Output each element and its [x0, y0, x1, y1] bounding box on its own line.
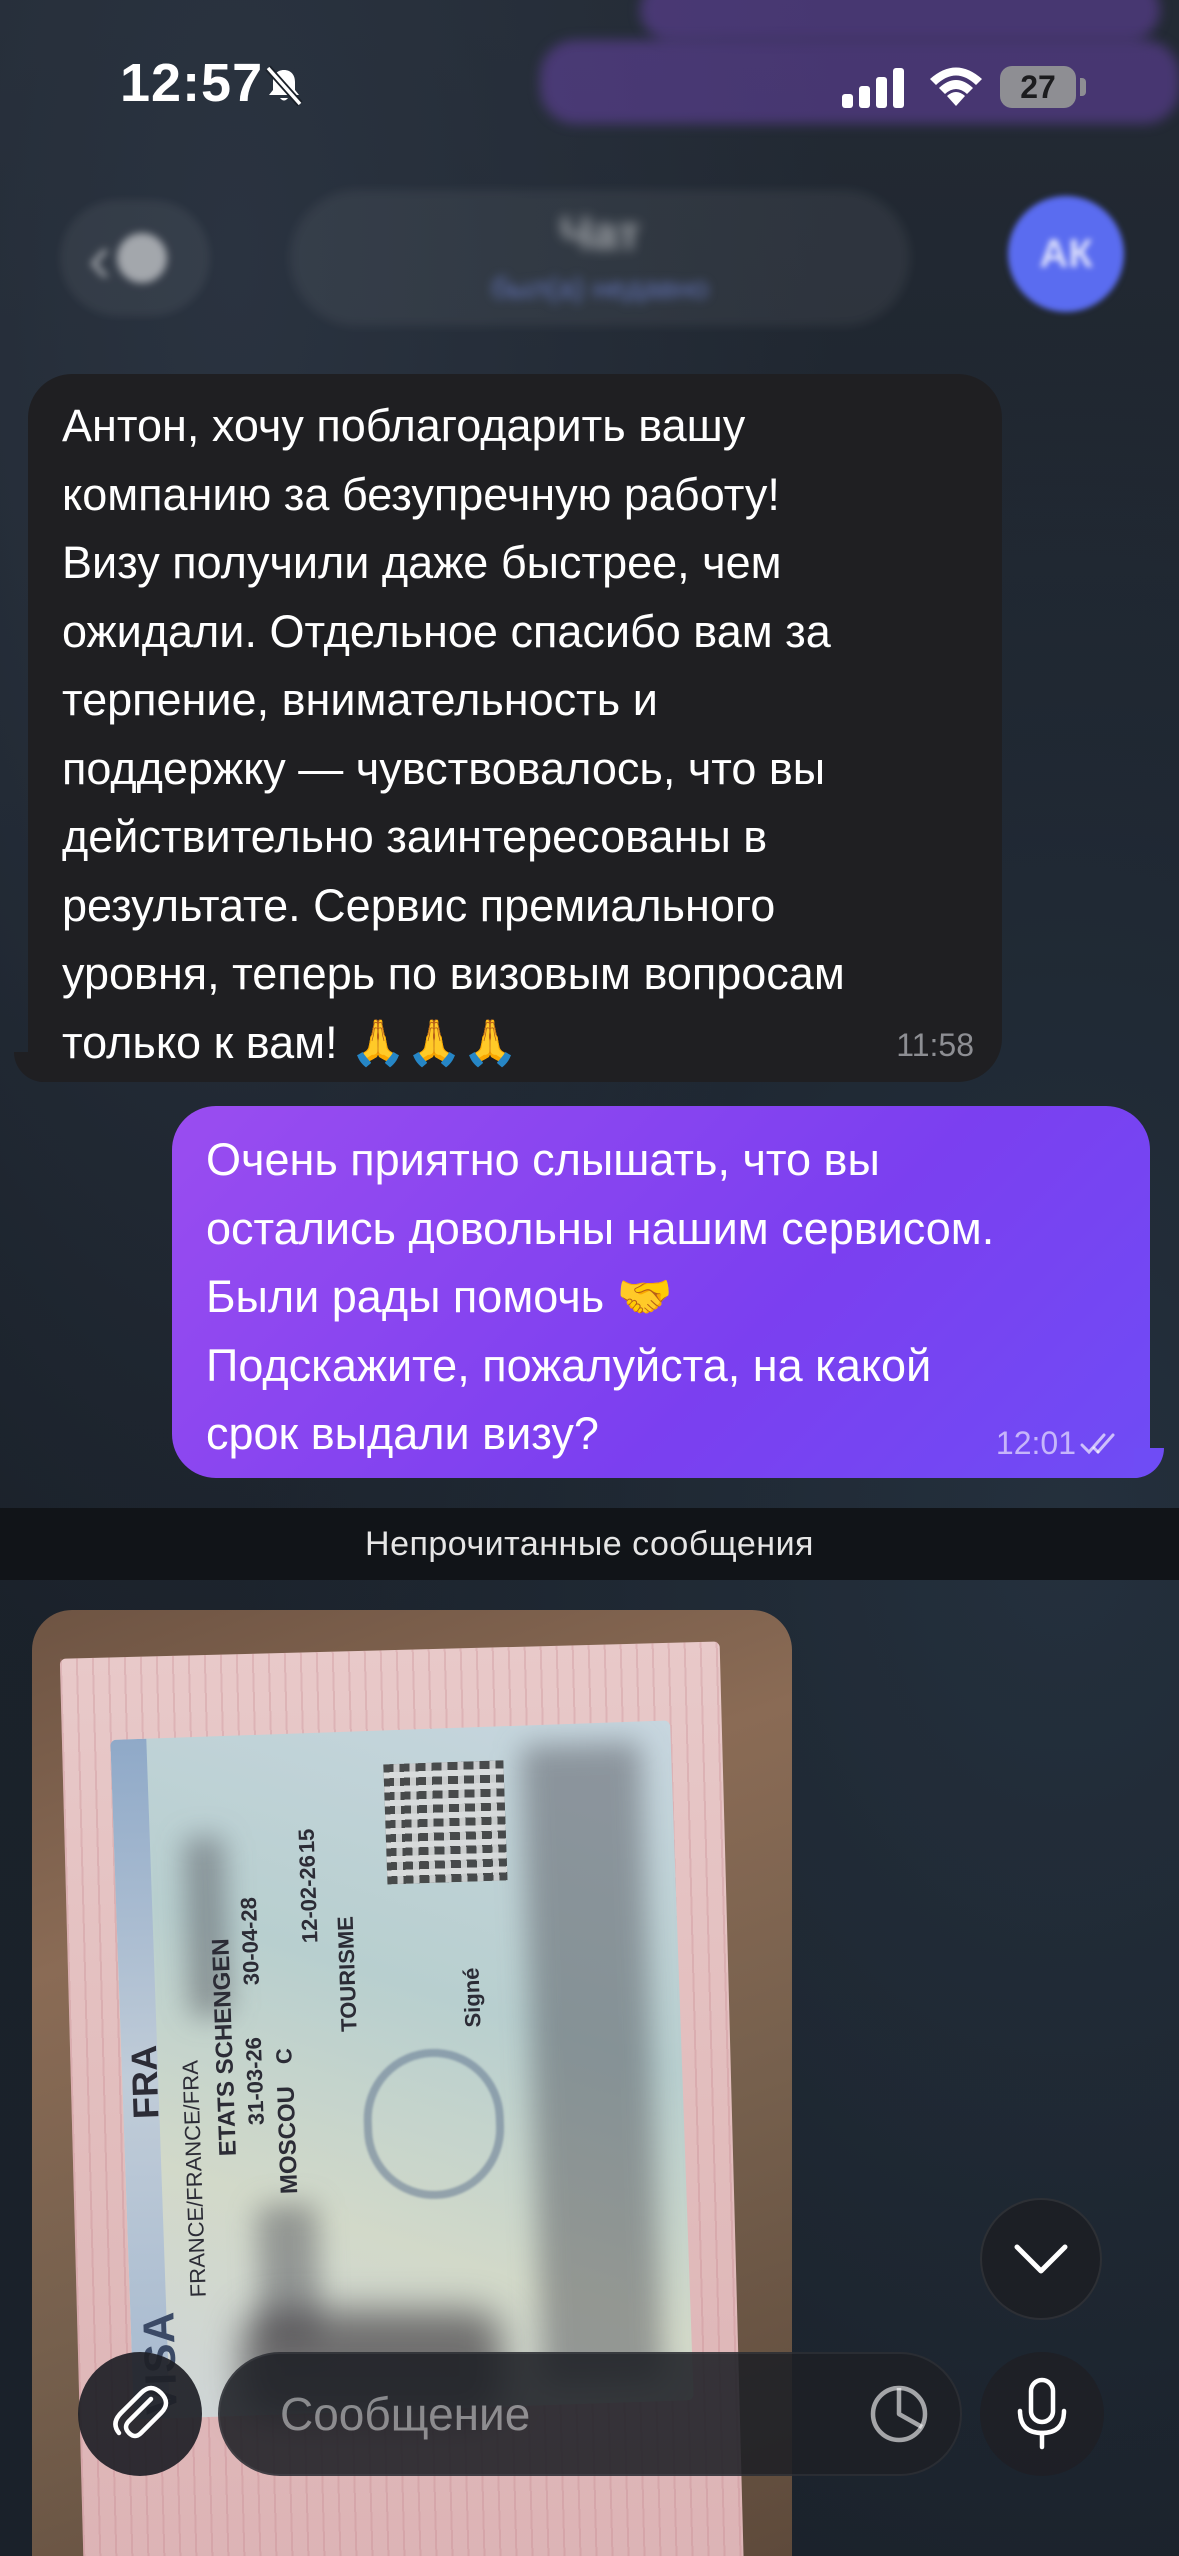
- chat-title: Чат: [559, 207, 641, 259]
- visa-label-france: FRANCE/FRANCE/FRA: [177, 2059, 211, 2298]
- message-time: 12:01: [995, 1425, 1076, 1461]
- visa-hologram: [361, 2046, 507, 2202]
- visa-label-purpose: TOURISME: [332, 1915, 362, 2033]
- chevron-down-icon: [1014, 2244, 1068, 2274]
- avatar-initials: АК: [1039, 231, 1093, 276]
- visa-label-date-from: 31-03-26: [240, 2036, 269, 2126]
- qr-code: [383, 1760, 508, 1885]
- bell-slash-icon: [265, 65, 303, 107]
- avatar[interactable]: АК: [1008, 196, 1124, 312]
- unread-counter-badge: [117, 233, 168, 283]
- message-meta: 12:01: [996, 1425, 1126, 1462]
- message-text: Очень приятно слышать, что вы остались д…: [206, 1134, 995, 1459]
- scroll-to-bottom-button[interactable]: [980, 2198, 1102, 2320]
- message-text: Антон, хочу поблагодарить вашу компанию …: [62, 400, 845, 1068]
- back-button[interactable]: ‹: [60, 200, 210, 316]
- battery-tip: [1080, 78, 1086, 96]
- microphone-icon: [1017, 2377, 1067, 2450]
- visa-label-type: C: [271, 2047, 297, 2065]
- double-check-icon: [1080, 1433, 1115, 1454]
- visa-label-city: MOSCOU: [272, 2085, 304, 2195]
- message-time: 11:58: [896, 1027, 974, 1063]
- message-bubble-incoming[interactable]: Антон, хочу поблагодарить вашу компанию …: [14, 374, 1002, 1082]
- cellular-signal-icon: [842, 68, 904, 108]
- visa-label-country-code: FRA: [122, 2044, 167, 2120]
- sticker-icon[interactable]: [868, 2383, 930, 2445]
- message-input-placeholder: Сообщение: [280, 2388, 531, 2440]
- unread-divider-label: Непрочитанные сообщения: [365, 1524, 814, 1563]
- message-bubble-outgoing[interactable]: Очень приятно слышать, что вы остались д…: [172, 1106, 1164, 1478]
- chat-subtitle: был(а) недавно: [491, 272, 709, 305]
- attach-button[interactable]: [78, 2352, 202, 2476]
- status-time: 12:57: [120, 53, 264, 113]
- redacted-area: [520, 1741, 664, 2386]
- visa-label-issue-date: 12-02-26: [294, 1854, 323, 1944]
- unread-messages-divider: Непрочитанные сообщения: [0, 1508, 1179, 1580]
- wifi-icon: [930, 67, 982, 106]
- paperclip-icon: [113, 2385, 169, 2439]
- voice-message-button[interactable]: [980, 2352, 1104, 2476]
- message-input[interactable]: Сообщение: [218, 2352, 962, 2476]
- visa-label-date-until: 30-04-28: [235, 1896, 264, 1986]
- back-chevron-icon: ‹: [88, 219, 112, 297]
- status-bar: 12:57 27: [0, 0, 1179, 170]
- visa-label-signature: Signé: [458, 1967, 486, 2028]
- visa-label-days: 15: [293, 1828, 320, 1854]
- battery-indicator: 27: [1000, 66, 1076, 108]
